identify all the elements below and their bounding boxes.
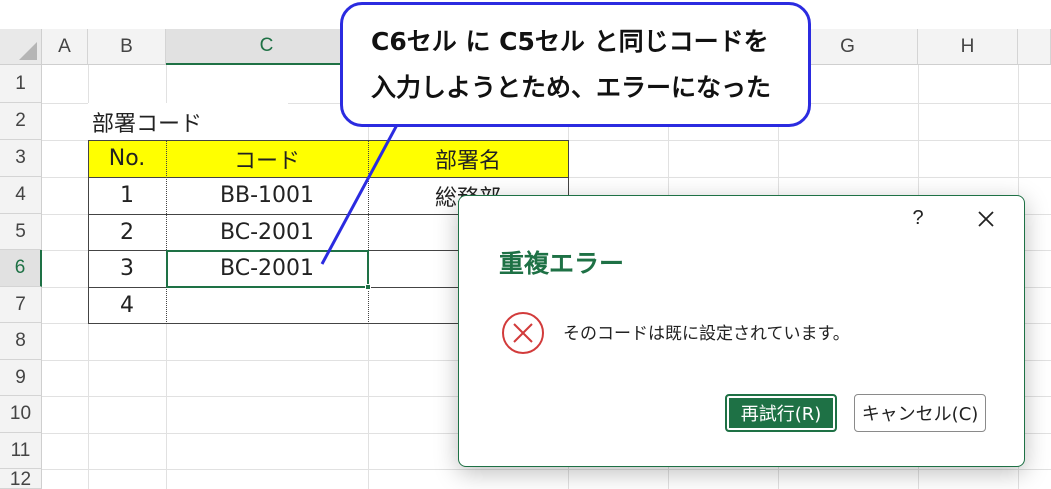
gridline [42, 469, 1051, 470]
row-header-4[interactable]: 4 [0, 177, 42, 214]
callout-text-line-1: C6セル に C5セル と同じコードを [371, 26, 769, 56]
fill-handle[interactable] [365, 284, 371, 290]
row-header-1[interactable]: 1 [0, 65, 42, 103]
row-header-11[interactable]: 11 [0, 433, 42, 469]
cell-b2[interactable]: 部署コード [88, 103, 288, 140]
table-rule [368, 140, 369, 324]
column-header-c[interactable]: C [166, 29, 368, 65]
row-header-6[interactable]: 6 [0, 250, 42, 287]
help-button[interactable]: ? [908, 204, 928, 232]
column-header-b[interactable]: B [88, 29, 166, 65]
column-header-next[interactable] [1018, 29, 1051, 65]
table-rule [166, 140, 167, 324]
dialog-title: 重複エラー [499, 249, 625, 278]
table-rule [88, 177, 569, 178]
active-cell-outline [166, 250, 369, 288]
row-header-2[interactable]: 2 [0, 103, 42, 140]
row-header-12[interactable]: 12 [0, 469, 42, 489]
duplicate-error-dialog: ? 重複エラー そのコードは既に設定されています。 再試行(R) キャンセル(C… [458, 195, 1025, 467]
close-button[interactable] [971, 204, 1001, 234]
row-header-3[interactable]: 3 [0, 140, 42, 177]
close-icon [978, 211, 994, 227]
error-icon [502, 312, 544, 354]
row-header-5[interactable]: 5 [0, 214, 42, 250]
dialog-message: そのコードは既に設定されています。 [563, 324, 850, 344]
select-all-triangle-icon [19, 42, 37, 60]
row-header-7[interactable]: 7 [0, 287, 42, 323]
callout-text-line-2: 入力しようとため、エラーになった [371, 72, 772, 102]
row-header-8[interactable]: 8 [0, 323, 42, 360]
retry-button[interactable]: 再試行(R) [725, 394, 837, 432]
select-all-corner[interactable] [0, 29, 42, 65]
cancel-button[interactable]: キャンセル(C) [854, 394, 986, 432]
row-header-9[interactable]: 9 [0, 360, 42, 396]
callout-box: C6セル に C5セル と同じコードを 入力しようとため、エラーになった [340, 2, 811, 127]
row-header-10[interactable]: 10 [0, 396, 42, 433]
column-header-h[interactable]: H [918, 29, 1018, 65]
column-header-a[interactable]: A [42, 29, 88, 65]
